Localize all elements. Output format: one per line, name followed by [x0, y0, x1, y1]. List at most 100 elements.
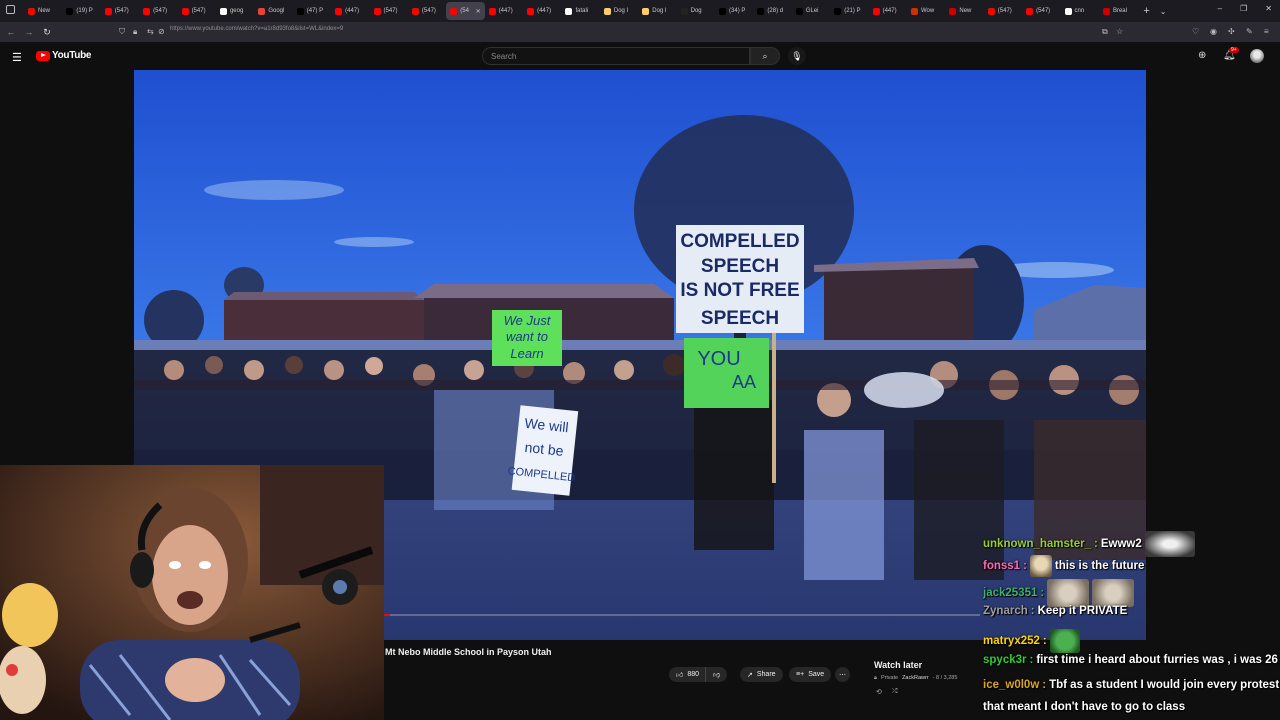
protest-sign-green-left: We Just want to Learn — [492, 310, 562, 366]
tab-favicon-icon — [66, 7, 74, 15]
pip-icon[interactable]: ⧉ — [1102, 27, 1108, 37]
tab-favicon-icon — [181, 7, 189, 15]
browser-tab[interactable]: New — [945, 2, 983, 20]
search-icon[interactable]: ⌕ — [750, 47, 780, 65]
tracking-icon[interactable]: ⊘ — [158, 27, 165, 36]
tab-label: Breal — [1112, 8, 1127, 14]
chat-username[interactable]: fonss1 — [983, 560, 1020, 572]
tab-favicon-icon — [1026, 7, 1034, 15]
tab-favicon-icon — [258, 7, 266, 15]
back-icon[interactable]: ← — [2, 27, 20, 37]
tab-list-chevron-icon[interactable]: ⌄ — [1160, 7, 1167, 16]
create-video-icon[interactable]: ⊕ — [1198, 50, 1206, 61]
browser-tab[interactable]: (547) — [139, 2, 177, 20]
pocket-icon[interactable]: ♡ — [1192, 27, 1199, 36]
like-count: 880 — [687, 671, 700, 678]
save-label: Save — [808, 671, 825, 678]
browser-tab[interactable]: (447) — [331, 2, 369, 20]
chat-username[interactable]: matryx252 — [983, 635, 1040, 647]
extension-icon[interactable]: ✎ — [1246, 27, 1253, 36]
new-tab-button[interactable]: + — [1143, 5, 1149, 17]
app-menu-icon[interactable]: ≡ — [1264, 27, 1269, 36]
browser-tab[interactable]: (547) — [178, 2, 216, 20]
url-field[interactable]: https://www.youtube.com/watch?v=a1r8d93f… — [170, 26, 343, 32]
chat-text: this is the future — [1054, 560, 1145, 572]
like-button[interactable]: 👍︎ 880 — [669, 667, 706, 682]
browser-tab[interactable]: (54 ✕ — [446, 2, 485, 20]
browser-tab[interactable]: Googl — [254, 2, 292, 20]
minimize-icon[interactable]: – — [1218, 4, 1222, 13]
share-button[interactable]: ↗ Share — [740, 667, 783, 682]
tab-label: (447) — [882, 8, 897, 14]
video-progress-bar[interactable] — [384, 614, 980, 616]
tab-overview-icon[interactable] — [6, 5, 15, 14]
extensions-icon[interactable]: ✣ — [1228, 27, 1235, 36]
permissions-icon[interactable]: ⇆ — [147, 27, 154, 36]
browser-tab[interactable]: Wow — [907, 2, 945, 20]
bookmark-star-icon[interactable]: ☆ — [1116, 27, 1123, 36]
account-icon[interactable]: ◉ — [1210, 27, 1217, 36]
browser-tab[interactable]: Breal — [1099, 2, 1137, 20]
shield-icon[interactable]: ⛉ — [119, 27, 125, 37]
maximize-icon[interactable]: ❐ — [1240, 4, 1247, 13]
shuffle-icon[interactable]: ⤮ — [892, 688, 898, 696]
tab-label: (447) — [498, 8, 513, 14]
browser-tab[interactable]: (19) P — [62, 2, 100, 20]
youtube-header: ☰ YouTube Search ⌕ 🎙︎ ⊕ 🔔︎ 9+ — [0, 42, 1280, 70]
hamburger-menu-icon[interactable]: ☰ — [12, 51, 22, 64]
reload-icon[interactable]: ↻ — [38, 27, 56, 38]
chat-username[interactable]: jack25351 — [983, 587, 1037, 599]
browser-tab[interactable]: (547) — [1022, 2, 1060, 20]
playlist-panel[interactable]: Watch later 🔒︎ Private ZackRawrr - 8 / 3… — [868, 652, 980, 702]
microphone-icon[interactable]: 🎙︎ — [788, 47, 806, 65]
more-actions-button[interactable]: ⋯ — [835, 667, 850, 682]
playlist-privacy: Private — [880, 675, 899, 681]
save-group: ≡+ Save — [789, 667, 832, 682]
browser-tab[interactable]: Dog I — [600, 2, 638, 20]
browser-tab[interactable]: Dog I — [638, 2, 676, 20]
tab-favicon-icon — [565, 7, 573, 15]
tab-favicon-icon — [527, 7, 535, 15]
tab-label: (547) — [1036, 8, 1051, 14]
loop-icon[interactable]: ⟲ — [876, 688, 882, 696]
lock-icon[interactable]: 🔒︎ — [133, 27, 137, 37]
tab-label: (447) — [345, 8, 360, 14]
browser-tab[interactable]: cnn — [1061, 2, 1099, 20]
tab-favicon-icon — [987, 7, 995, 15]
save-button[interactable]: ≡+ Save — [789, 667, 832, 682]
chat-username[interactable]: Zynarch — [983, 605, 1028, 617]
dislike-button[interactable]: 👎︎ — [705, 667, 728, 682]
chat-username[interactable]: ice_w0l0w — [983, 679, 1039, 691]
youtube-play-icon — [36, 50, 50, 61]
browser-tab[interactable]: (547) — [101, 2, 139, 20]
browser-tab[interactable]: New — [24, 2, 62, 20]
chat-username[interactable]: unknown_hamster_ — [983, 538, 1091, 550]
close-window-icon[interactable]: ✕ — [1265, 4, 1272, 13]
browser-tab[interactable]: (547) — [370, 2, 408, 20]
browser-tab[interactable]: fatali — [561, 2, 599, 20]
browser-tab[interactable]: (547) — [408, 2, 446, 20]
tab-label: (47) P — [306, 8, 324, 14]
tab-favicon-icon — [488, 7, 496, 15]
browser-tab[interactable]: geog — [216, 2, 254, 20]
user-avatar[interactable] — [1250, 49, 1264, 63]
tab-label: New — [959, 8, 972, 14]
search-input[interactable]: Search — [482, 47, 750, 65]
browser-tab[interactable]: (28) d — [753, 2, 791, 20]
notification-badge: 9+ — [1229, 47, 1239, 53]
chat-emote-icon — [1049, 629, 1080, 653]
browser-tab[interactable]: (447) — [485, 2, 523, 20]
browser-tab[interactable]: (21) P — [830, 2, 868, 20]
browser-tab[interactable]: (447) — [523, 2, 561, 20]
browser-tab[interactable]: (447) — [869, 2, 907, 20]
browser-tab[interactable]: (47) P — [293, 2, 331, 20]
browser-tab[interactable]: (34) P — [715, 2, 753, 20]
browser-tab[interactable]: (547) — [984, 2, 1022, 20]
forward-icon[interactable]: → — [20, 27, 38, 37]
close-tab-icon[interactable]: ✕ — [476, 8, 481, 15]
chat-username[interactable]: spyck3r — [983, 654, 1026, 666]
tab-label: (547) — [153, 8, 168, 14]
browser-tab[interactable]: Dog — [677, 2, 715, 20]
browser-tab[interactable]: GLei — [792, 2, 830, 20]
youtube-logo[interactable]: YouTube — [36, 50, 92, 61]
